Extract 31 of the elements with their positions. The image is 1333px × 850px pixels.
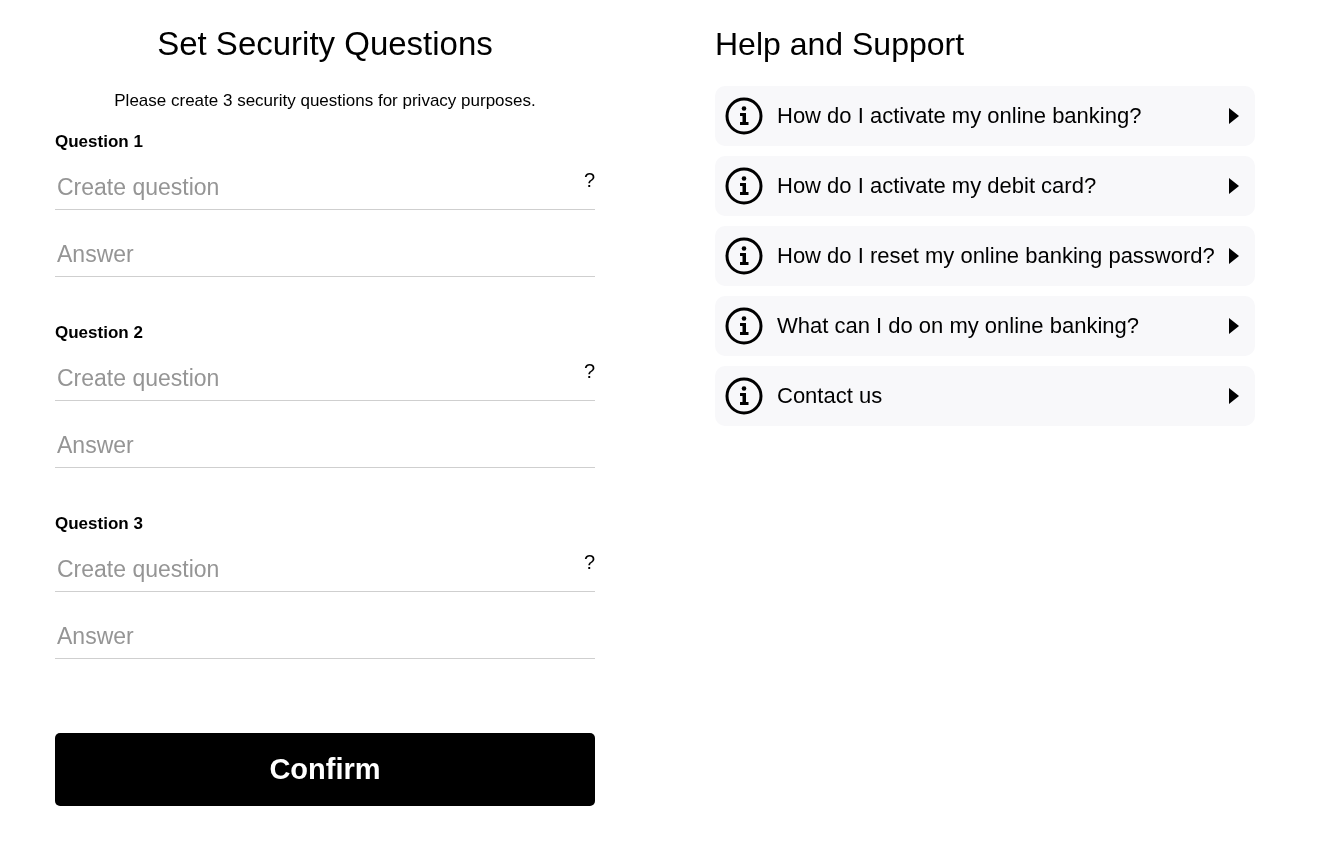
- caret-icon: [1229, 318, 1239, 334]
- help-title: Help and Support: [715, 25, 966, 64]
- question-field[interactable]: Create question: [55, 556, 584, 591]
- caret-icon: [1229, 388, 1239, 404]
- caret-icon: [1229, 248, 1239, 264]
- form-subtitle: Please create 3 security questions for privacy purposes.: [113, 90, 537, 112]
- info-icon: [725, 97, 763, 135]
- help-item[interactable]: How do I activate my debit card?: [715, 156, 1255, 216]
- caret-icon: [1229, 178, 1239, 194]
- answer-field[interactable]: Answer: [55, 241, 595, 276]
- info-icon: [725, 167, 763, 205]
- info-icon: [725, 237, 763, 275]
- help-mark[interactable]: ?: [583, 169, 595, 192]
- help-mark[interactable]: ?: [583, 360, 595, 383]
- help-item[interactable]: How do I reset my online banking password?: [715, 226, 1255, 286]
- answer-field[interactable]: Answer: [55, 432, 595, 467]
- question-field[interactable]: Create question: [55, 174, 584, 209]
- form-title: Set Security Questions: [156, 24, 494, 64]
- answer-field[interactable]: Answer: [55, 623, 595, 658]
- info-icon: [725, 307, 763, 345]
- help-item[interactable]: What can I do on my online banking?: [715, 296, 1255, 356]
- help-item[interactable]: Contact us: [715, 366, 1255, 426]
- question-label: Question 1: [55, 131, 144, 153]
- help-item[interactable]: How do I activate my online banking?: [715, 86, 1255, 146]
- caret-icon: [1229, 108, 1239, 124]
- question-label: Question 2: [55, 322, 144, 344]
- question-field[interactable]: Create question: [55, 365, 584, 400]
- question-label: Question 3: [55, 513, 144, 535]
- confirm-button[interactable]: Confirm: [55, 733, 595, 806]
- help-mark[interactable]: ?: [583, 551, 595, 574]
- info-icon: [725, 377, 763, 415]
